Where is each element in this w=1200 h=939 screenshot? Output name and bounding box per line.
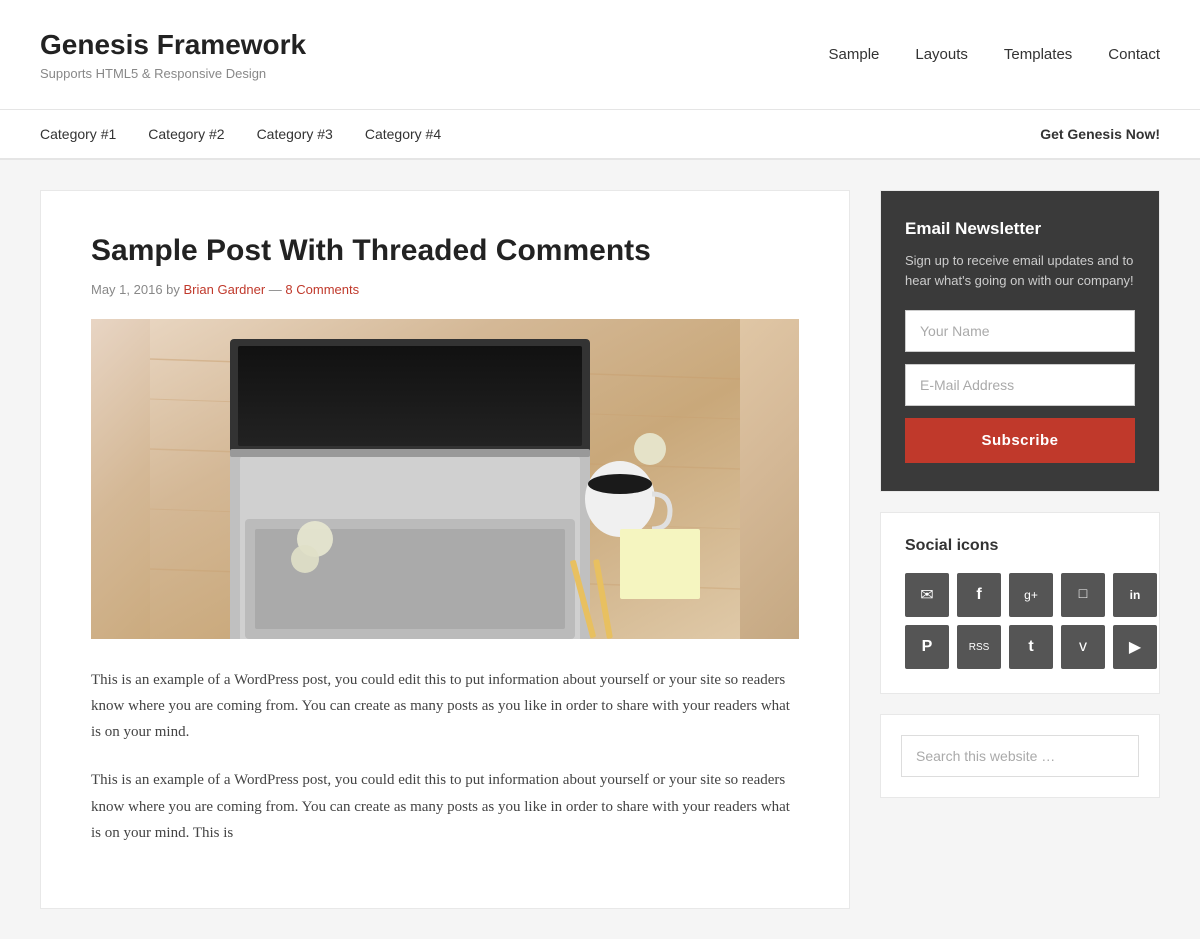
main-content: Sample Post With Threaded Comments May 1…	[40, 190, 850, 910]
post-meta: May 1, 2016 by Brian Gardner — 8 Comment…	[91, 282, 799, 297]
social-widget-title: Social icons	[905, 537, 1135, 555]
google-plus-icon[interactable]: g+	[1009, 573, 1053, 617]
post-by: by	[166, 282, 183, 297]
secondary-nav-cat1[interactable]: Category #1	[40, 110, 116, 158]
email-icon[interactable]: ✉	[905, 573, 949, 617]
social-icons-grid: ✉ f g+ □ in P RSS t v ▶	[905, 573, 1135, 669]
newsletter-form: Subscribe	[905, 310, 1135, 463]
get-genesis-link[interactable]: Get Genesis Now!	[1040, 110, 1160, 158]
nav-layouts[interactable]: Layouts	[915, 46, 968, 63]
newsletter-email-input[interactable]	[905, 364, 1135, 406]
post-body: This is an example of a WordPress post, …	[91, 667, 799, 847]
newsletter-description: Sign up to receive email updates and to …	[905, 251, 1135, 293]
linkedin-icon[interactable]: in	[1113, 573, 1157, 617]
newsletter-widget-title: Email Newsletter	[905, 219, 1135, 239]
newsletter-name-input[interactable]	[905, 310, 1135, 352]
post-author-link[interactable]: Brian Gardner	[184, 282, 266, 297]
secondary-nav-cat2[interactable]: Category #2	[148, 110, 224, 158]
facebook-icon[interactable]: f	[957, 573, 1001, 617]
nav-sample[interactable]: Sample	[829, 46, 880, 63]
post-paragraph-1: This is an example of a WordPress post, …	[91, 667, 799, 746]
youtube-icon[interactable]: ▶	[1113, 625, 1157, 669]
pinterest-icon[interactable]: P	[905, 625, 949, 669]
post-image-svg	[91, 319, 799, 639]
post-paragraph-2: This is an example of a WordPress post, …	[91, 767, 799, 846]
subscribe-button[interactable]: Subscribe	[905, 418, 1135, 463]
post-dash: —	[269, 282, 286, 297]
post-title: Sample Post With Threaded Comments	[91, 231, 799, 270]
secondary-nav-cat3[interactable]: Category #3	[257, 110, 333, 158]
secondary-nav: Category #1 Category #2 Category #3 Cate…	[0, 110, 1200, 160]
rss-icon[interactable]: RSS	[957, 625, 1001, 669]
newsletter-widget: Email Newsletter Sign up to receive emai…	[880, 190, 1160, 493]
twitter-icon[interactable]: t	[1009, 625, 1053, 669]
content-area: Sample Post With Threaded Comments May 1…	[20, 190, 1180, 910]
search-widget	[880, 714, 1160, 798]
secondary-nav-left: Category #1 Category #2 Category #3 Cate…	[40, 110, 441, 158]
site-title: Genesis Framework	[40, 28, 306, 62]
sidebar: Email Newsletter Sign up to receive emai…	[880, 190, 1160, 799]
social-widget: Social icons ✉ f g+ □ in P RSS t v ▶	[880, 512, 1160, 694]
post-date: May 1, 2016	[91, 282, 163, 297]
site-subtitle: Supports HTML5 & Responsive Design	[40, 66, 306, 81]
vimeo-icon[interactable]: v	[1061, 625, 1105, 669]
nav-contact[interactable]: Contact	[1108, 46, 1160, 63]
instagram-icon[interactable]: □	[1061, 573, 1105, 617]
main-nav: Sample Layouts Templates Contact	[829, 46, 1160, 63]
secondary-nav-right: Get Genesis Now!	[1040, 110, 1160, 158]
nav-templates[interactable]: Templates	[1004, 46, 1072, 63]
site-header: Genesis Framework Supports HTML5 & Respo…	[0, 0, 1200, 110]
post-featured-image	[91, 319, 799, 639]
site-branding: Genesis Framework Supports HTML5 & Respo…	[40, 28, 306, 81]
search-input[interactable]	[901, 735, 1139, 777]
post-comments-link[interactable]: 8 Comments	[285, 282, 359, 297]
secondary-nav-cat4[interactable]: Category #4	[365, 110, 441, 158]
